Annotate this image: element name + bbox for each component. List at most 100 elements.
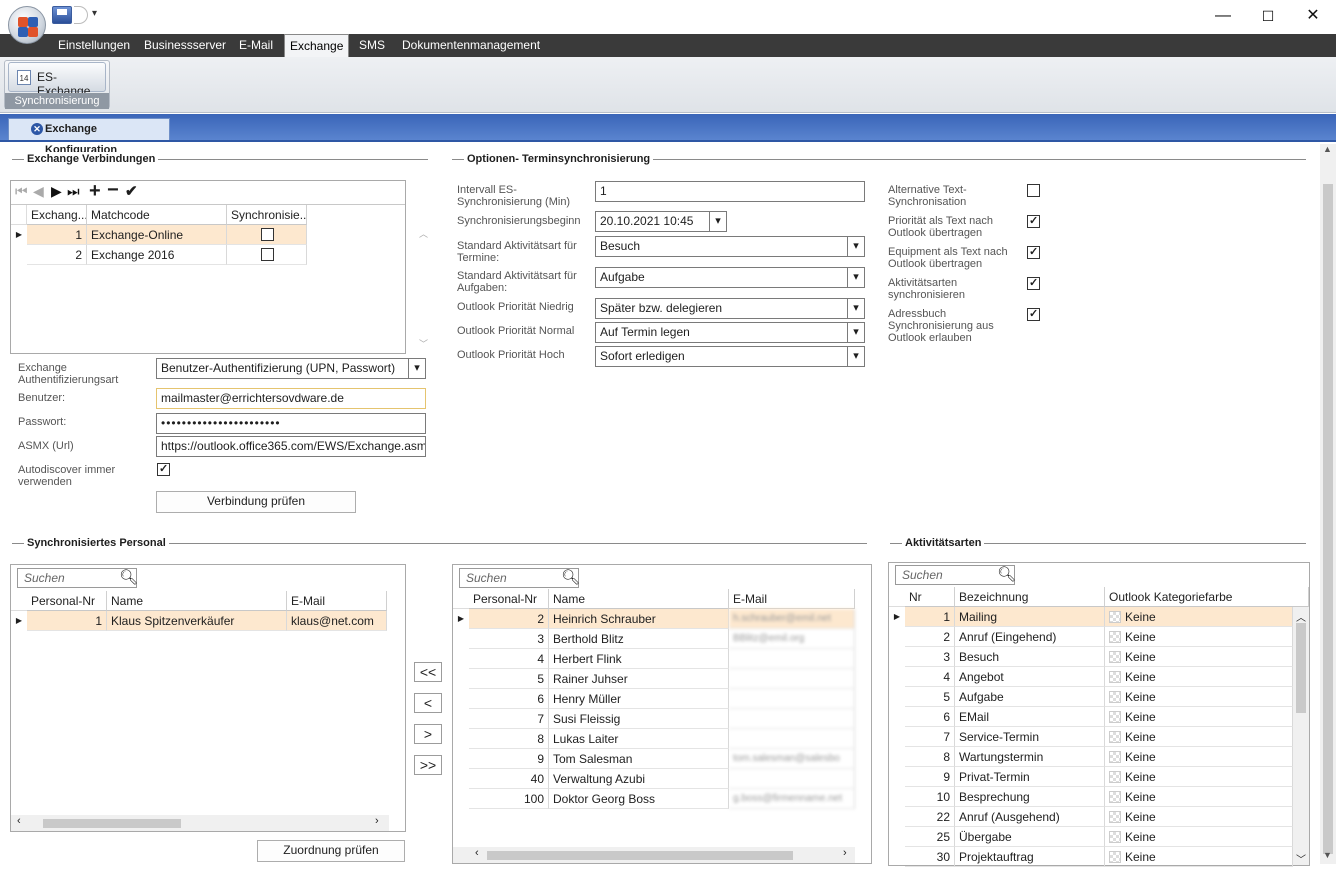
table-cell[interactable]: Keine [1105, 827, 1293, 847]
scroll-up-icon[interactable]: ▲ [1323, 144, 1332, 154]
table-cell[interactable]: Exchange-Online [87, 225, 227, 245]
minimize-icon[interactable]: — [1211, 6, 1235, 26]
col-bezeichnung[interactable]: Bezeichnung [955, 587, 1105, 607]
table-cell[interactable]: 1 [905, 607, 955, 627]
tab-email[interactable]: E-Mail [235, 34, 277, 57]
col-email[interactable]: E-Mail [287, 591, 387, 611]
table-cell[interactable]: 1 [27, 225, 87, 245]
scroll-left-icon[interactable]: ‹ [475, 847, 479, 859]
sync-checkbox[interactable] [261, 228, 274, 241]
scroll-right-icon[interactable]: › [375, 815, 379, 827]
save-record-icon[interactable]: ✔ [125, 182, 138, 200]
next-record-icon[interactable]: ▶ [51, 183, 62, 200]
table-cell[interactable]: 9 [905, 767, 955, 787]
table-cell[interactable]: Lukas Laiter [549, 729, 729, 749]
table-cell[interactable]: h.schrauber@emil.net [729, 609, 855, 629]
table-cell[interactable]: Tom Salesman [549, 749, 729, 769]
table-cell[interactable]: 7 [469, 709, 549, 729]
table-cell[interactable]: Keine [1105, 707, 1293, 727]
col-name[interactable]: Name [107, 591, 287, 611]
tab-einstellungen[interactable]: Einstellungen [54, 34, 134, 57]
zuordnung-pruefen-button[interactable]: Zuordnung prüfen [257, 840, 405, 862]
alt-text-sync-checkbox[interactable] [1027, 184, 1040, 197]
table-cell[interactable]: 2 [27, 245, 87, 265]
move-all-right-button[interactable]: >> [414, 755, 442, 775]
sync-checkbox[interactable] [261, 248, 274, 261]
application-menu-button[interactable] [8, 6, 46, 44]
table-cell[interactable]: 30 [905, 847, 955, 867]
col-matchcode[interactable]: Matchcode [87, 205, 227, 225]
table-cell[interactable]: 3 [905, 647, 955, 667]
prev-record-icon[interactable]: ◀ [33, 183, 44, 200]
col-personal-nr[interactable]: Personal-Nr [469, 589, 549, 609]
asmx-field[interactable]: https://outlook.office365.com/EWS/Exchan… [156, 436, 426, 457]
col-email[interactable]: E-Mail [729, 589, 855, 609]
h-scrollbar-thumb[interactable] [43, 819, 181, 828]
quick-access-dropdown-icon[interactable]: ▾ [92, 8, 97, 19]
table-cell[interactable]: EMail [955, 707, 1105, 727]
col-exchange[interactable]: Exchang... [27, 205, 87, 225]
auth-select[interactable]: Benutzer-Authentifizierung (UPN, Passwor… [156, 358, 426, 379]
h-scrollbar[interactable]: ‹ › [11, 815, 389, 831]
user-field[interactable]: mailmaster@errichtersovdware.de [156, 388, 426, 409]
v-scrollbar-thumb[interactable] [1296, 623, 1306, 713]
table-cell[interactable]: 7 [905, 727, 955, 747]
delete-record-icon[interactable]: − [107, 179, 119, 202]
search-icon[interactable]: 🔍︎ [119, 568, 138, 586]
table-cell[interactable]: Exchange 2016 [87, 245, 227, 265]
table-cell[interactable]: klaus@net.com [287, 611, 387, 631]
col-kategoriefarbe[interactable]: Outlook Kategoriefarbe [1105, 587, 1309, 607]
table-cell[interactable]: 40 [469, 769, 549, 789]
h-scrollbar[interactable]: ‹ › [453, 847, 855, 863]
table-cell[interactable]: 6 [469, 689, 549, 709]
prio-high-select[interactable]: Sofort erledigen [595, 346, 865, 367]
move-all-left-button[interactable]: << [414, 662, 442, 682]
col-nr[interactable]: Nr [905, 587, 955, 607]
scroll-down-icon[interactable]: ﹀ [1296, 851, 1306, 866]
table-cell[interactable]: Keine [1105, 687, 1293, 707]
table-cell[interactable]: g.boss@firmenname.net [729, 789, 855, 809]
tab-sms[interactable]: SMS [355, 34, 389, 57]
table-cell[interactable]: 2 [905, 627, 955, 647]
table-cell[interactable]: Keine [1105, 607, 1293, 627]
move-left-button[interactable]: < [414, 693, 442, 713]
search-icon[interactable]: 🔍︎ [561, 568, 580, 586]
table-cell[interactable]: Berthold Blitz [549, 629, 729, 649]
table-cell[interactable]: Keine [1105, 767, 1293, 787]
search-icon[interactable]: 🔍︎ [997, 565, 1016, 583]
table-cell[interactable] [227, 245, 307, 265]
scroll-down-icon[interactable]: ▼ [1323, 850, 1332, 860]
table-cell[interactable]: tom.salesman@salesbo [729, 749, 855, 769]
table-cell[interactable]: Klaus Spitzenverkäufer [107, 611, 287, 631]
table-cell[interactable]: BBlitz@emil.org [729, 629, 855, 649]
tab-businessserver[interactable]: Businessserver [140, 34, 230, 57]
prio-text-checkbox[interactable] [1027, 214, 1040, 228]
table-cell[interactable]: 100 [469, 789, 549, 809]
table-cell[interactable]: 10 [905, 787, 955, 807]
table-cell[interactable]: Anruf (Eingehend) [955, 627, 1105, 647]
scroll-left-icon[interactable]: ‹ [17, 815, 21, 827]
save-icon[interactable] [52, 6, 72, 24]
addressbook-sync-checkbox[interactable] [1027, 307, 1040, 321]
tab-dokumentenmanagement[interactable]: Dokumentenmanagement [398, 34, 544, 57]
table-cell[interactable]: 1 [27, 611, 107, 631]
table-cell[interactable] [729, 649, 855, 669]
autodiscover-checkbox[interactable] [157, 462, 170, 476]
table-cell[interactable]: 5 [905, 687, 955, 707]
table-cell[interactable]: Aufgabe [955, 687, 1105, 707]
close-tab-icon[interactable]: ✕ [31, 123, 43, 135]
table-cell[interactable]: 22 [905, 807, 955, 827]
add-record-icon[interactable]: + [89, 180, 101, 203]
scroll-right-icon[interactable]: › [843, 847, 847, 859]
main-scrollbar-thumb[interactable] [1323, 184, 1333, 854]
std-termine-select[interactable]: Besuch [595, 236, 865, 257]
table-cell[interactable]: 8 [469, 729, 549, 749]
col-name[interactable]: Name [549, 589, 729, 609]
tab-exchange[interactable]: Exchange [284, 34, 350, 57]
table-cell[interactable]: Keine [1105, 647, 1293, 667]
table-cell[interactable]: Keine [1105, 747, 1293, 767]
table-cell[interactable]: Wartungstermin [955, 747, 1105, 767]
table-cell[interactable]: 4 [905, 667, 955, 687]
std-aufgaben-select[interactable]: Aufgabe [595, 267, 865, 288]
table-cell[interactable]: Henry Müller [549, 689, 729, 709]
